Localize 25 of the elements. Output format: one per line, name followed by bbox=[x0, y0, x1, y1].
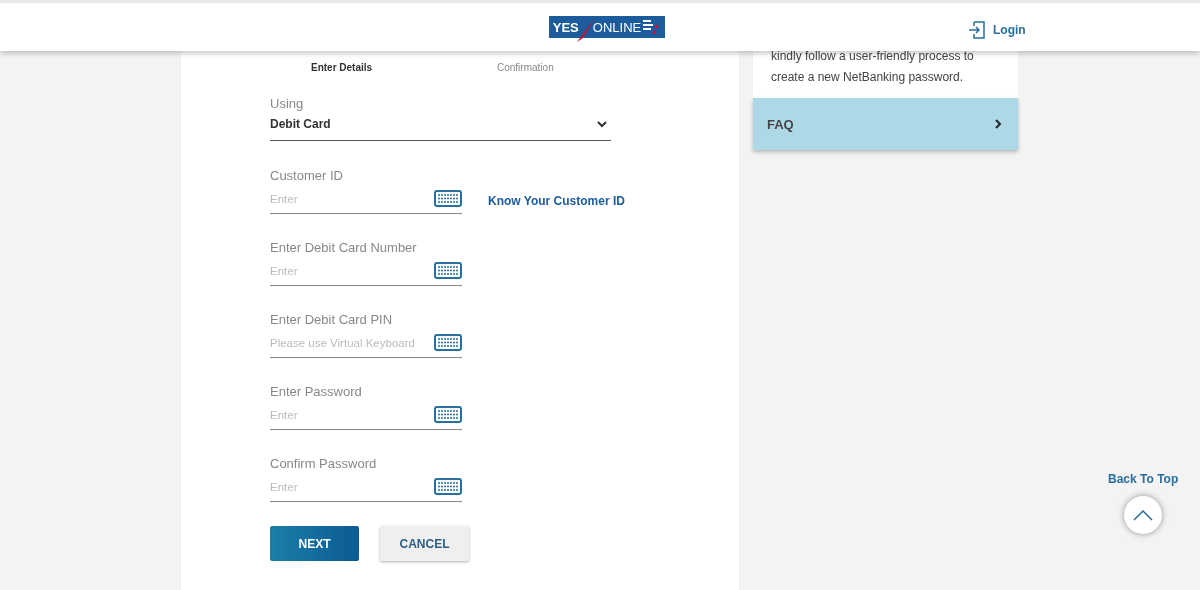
form-button[interactable]: CANCEL bbox=[380, 526, 469, 561]
field-label: Confirm Password bbox=[270, 456, 378, 473]
keyboard-icon[interactable] bbox=[434, 190, 462, 207]
login-icon bbox=[968, 21, 986, 39]
field-label: Using bbox=[270, 96, 305, 113]
select-field[interactable]: Debit Card bbox=[270, 116, 611, 141]
back-to-top-link[interactable]: Back To Top bbox=[1108, 472, 1179, 486]
field-label: Customer ID bbox=[270, 168, 344, 185]
chevron-up-icon bbox=[1133, 509, 1154, 521]
field-label: Enter Debit Card Number bbox=[270, 240, 418, 257]
login-link[interactable]: Login bbox=[968, 21, 1026, 39]
chevron-right-icon bbox=[995, 119, 1002, 129]
keyboard-icon[interactable] bbox=[434, 478, 462, 495]
keyboard-icon[interactable] bbox=[434, 334, 462, 351]
field-label: Enter Password bbox=[270, 384, 363, 401]
form-button[interactable]: NEXT bbox=[270, 526, 359, 561]
chevron-down-icon bbox=[597, 120, 607, 128]
keyboard-icon[interactable] bbox=[434, 406, 462, 423]
customer-id-link[interactable]: Know Your Customer ID bbox=[488, 194, 625, 208]
info-text: kindly follow a user-friendly process to create a new NetBanking password. bbox=[770, 48, 975, 86]
field-label: Enter Debit Card PIN bbox=[270, 312, 394, 329]
faq-bar[interactable]: FAQ bbox=[753, 98, 1018, 150]
step-tab[interactable]: Confirmation bbox=[497, 62, 683, 73]
step-tab[interactable]: Enter Details bbox=[311, 62, 497, 73]
keyboard-icon[interactable] bbox=[434, 262, 462, 279]
